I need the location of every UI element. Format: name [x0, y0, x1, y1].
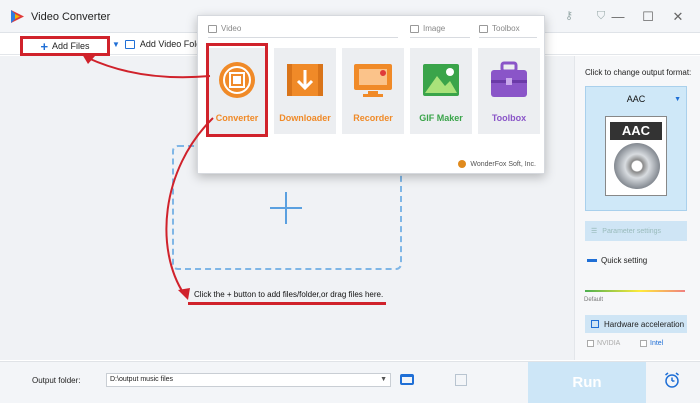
intel-checkbox[interactable]: Intel	[640, 340, 663, 347]
open-folder-icon[interactable]	[400, 374, 414, 385]
recorder-label: Recorder	[353, 113, 393, 123]
category-divider	[208, 37, 398, 38]
gif-image-icon	[423, 64, 459, 96]
add-files-label: Add Files	[52, 41, 90, 51]
output-folder-input[interactable]: D:\output music files ▼	[106, 373, 391, 387]
parameter-settings-button[interactable]: ☰ Parameter settings	[585, 221, 687, 241]
aac-format-icon: AAC	[605, 116, 667, 196]
module-popup: Video Image Toolbox Converter Downloader	[197, 15, 545, 174]
output-folder-label: Output folder:	[32, 376, 81, 385]
quick-setting-icon	[587, 259, 597, 262]
maximize-button[interactable]: ☐	[638, 8, 658, 26]
dropdown-arrow-icon[interactable]: ▼	[112, 40, 120, 49]
recorder-tile[interactable]: Recorder	[342, 48, 404, 134]
toolbox-icon	[491, 61, 527, 97]
checkbox[interactable]	[587, 340, 594, 347]
output-format-selector[interactable]: AAC ▼ AAC	[585, 86, 687, 211]
dropdown-arrow-icon[interactable]: ▼	[380, 374, 387, 386]
add-plus-icon[interactable]	[270, 192, 302, 224]
gif-maker-tile[interactable]: GIF Maker	[410, 48, 472, 134]
chip-icon	[591, 320, 599, 328]
disc-icon	[614, 143, 660, 189]
task-list-icon[interactable]	[455, 374, 467, 386]
cart-icon[interactable]: ⛉	[594, 9, 608, 23]
close-button[interactable]: ✕	[668, 8, 688, 26]
dropdown-arrow-icon[interactable]: ▼	[674, 96, 681, 103]
sliders-icon: ☰	[591, 228, 598, 235]
wonderfox-logo-icon	[11, 10, 24, 23]
toolbox-label: Toolbox	[491, 113, 527, 123]
downloader-tile[interactable]: Downloader	[274, 48, 336, 134]
category-image: Image	[410, 24, 445, 33]
drop-hint: Click the + button to add files/folder,o…	[194, 290, 384, 299]
quality-slider[interactable]	[585, 290, 685, 292]
add-video-folder-button[interactable]: ▼ Add Video Fold	[112, 39, 201, 49]
category-divider	[479, 37, 537, 38]
key-icon[interactable]: ⚷	[562, 9, 576, 23]
category-divider	[410, 37, 470, 38]
nvidia-checkbox[interactable]: NVIDIA	[587, 340, 620, 347]
downloader-label: Downloader	[279, 113, 331, 123]
quick-setting-label: Quick setting	[587, 256, 647, 265]
format-name: AAC	[626, 94, 646, 104]
screen-record-icon	[354, 64, 392, 97]
category-toolbox: Toolbox	[479, 24, 520, 33]
add-video-folder-label: Add Video Fold	[139, 39, 202, 49]
category-video: Video	[208, 24, 241, 33]
minimize-button[interactable]: —	[608, 8, 628, 26]
app-title: Video Converter	[31, 11, 111, 23]
annotation-underline	[188, 302, 386, 305]
image-icon	[410, 24, 419, 33]
hardware-acceleration-toggle[interactable]: Hardware acceleration	[585, 315, 687, 333]
wonderfox-brand-icon	[458, 160, 467, 168]
video-icon	[208, 24, 217, 33]
annotation-highlight-box	[206, 43, 268, 137]
alarm-clock-icon[interactable]	[663, 371, 681, 389]
change-format-label: Click to change output format:	[585, 68, 692, 77]
video-folder-icon	[124, 39, 135, 49]
checkbox[interactable]	[640, 340, 647, 347]
toolbox-icon	[479, 24, 488, 33]
plus-icon: +	[40, 38, 49, 54]
brand-footer: WonderFox Soft, Inc.	[458, 160, 536, 168]
download-icon	[287, 64, 323, 96]
run-button[interactable]: Run	[528, 362, 646, 403]
add-files-button[interactable]: + Add Files	[20, 36, 110, 56]
gif-maker-label: GIF Maker	[419, 113, 463, 123]
slider-default-label: Default	[584, 297, 604, 303]
toolbox-tile[interactable]: Toolbox	[478, 48, 540, 134]
